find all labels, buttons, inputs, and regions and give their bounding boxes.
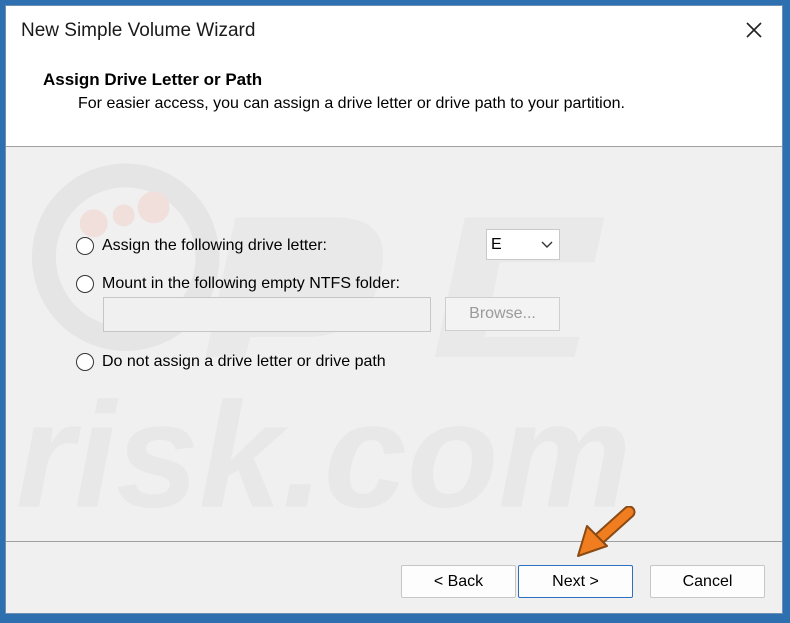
cancel-button[interactable]: Cancel [650, 565, 765, 598]
folder-path-input[interactable] [103, 297, 431, 332]
footer-divider [6, 541, 782, 542]
drive-letter-select[interactable]: E [486, 229, 560, 260]
drive-letter-value: E [491, 236, 502, 253]
assign-letter-radio[interactable]: Assign the following drive letter: [76, 237, 327, 255]
watermark-text: risk.com [16, 372, 631, 539]
browse-button[interactable]: Browse... [445, 297, 560, 331]
wizard-window: New Simple Volume Wizard Assign Drive Le… [5, 5, 783, 614]
mount-folder-radio[interactable]: Mount in the following empty NTFS folder… [76, 275, 400, 293]
no-assign-label: Do not assign a drive letter or drive pa… [102, 353, 386, 370]
assign-letter-label: Assign the following drive letter: [102, 237, 327, 254]
annotation-arrow-icon [577, 506, 636, 557]
watermark: risk.com [16, 163, 631, 539]
next-button[interactable]: Next > [518, 565, 633, 598]
page-subtitle: For easier access, you can assign a driv… [78, 95, 625, 112]
close-icon [746, 22, 762, 38]
mount-folder-label: Mount in the following empty NTFS folder… [102, 275, 400, 292]
radio-unchecked-icon [76, 353, 94, 371]
page-title: Assign Drive Letter or Path [43, 70, 263, 89]
radio-checked-icon [76, 237, 94, 255]
back-button[interactable]: < Back [401, 565, 516, 598]
wizard-header: Assign Drive Letter or Path For easier a… [6, 56, 782, 147]
close-button[interactable] [726, 6, 782, 54]
window-title: New Simple Volume Wizard [21, 20, 256, 41]
no-assign-radio[interactable]: Do not assign a drive letter or drive pa… [76, 353, 386, 371]
radio-unchecked-icon [76, 275, 94, 293]
chevron-down-icon [541, 241, 553, 248]
title-bar: New Simple Volume Wizard [6, 6, 782, 56]
